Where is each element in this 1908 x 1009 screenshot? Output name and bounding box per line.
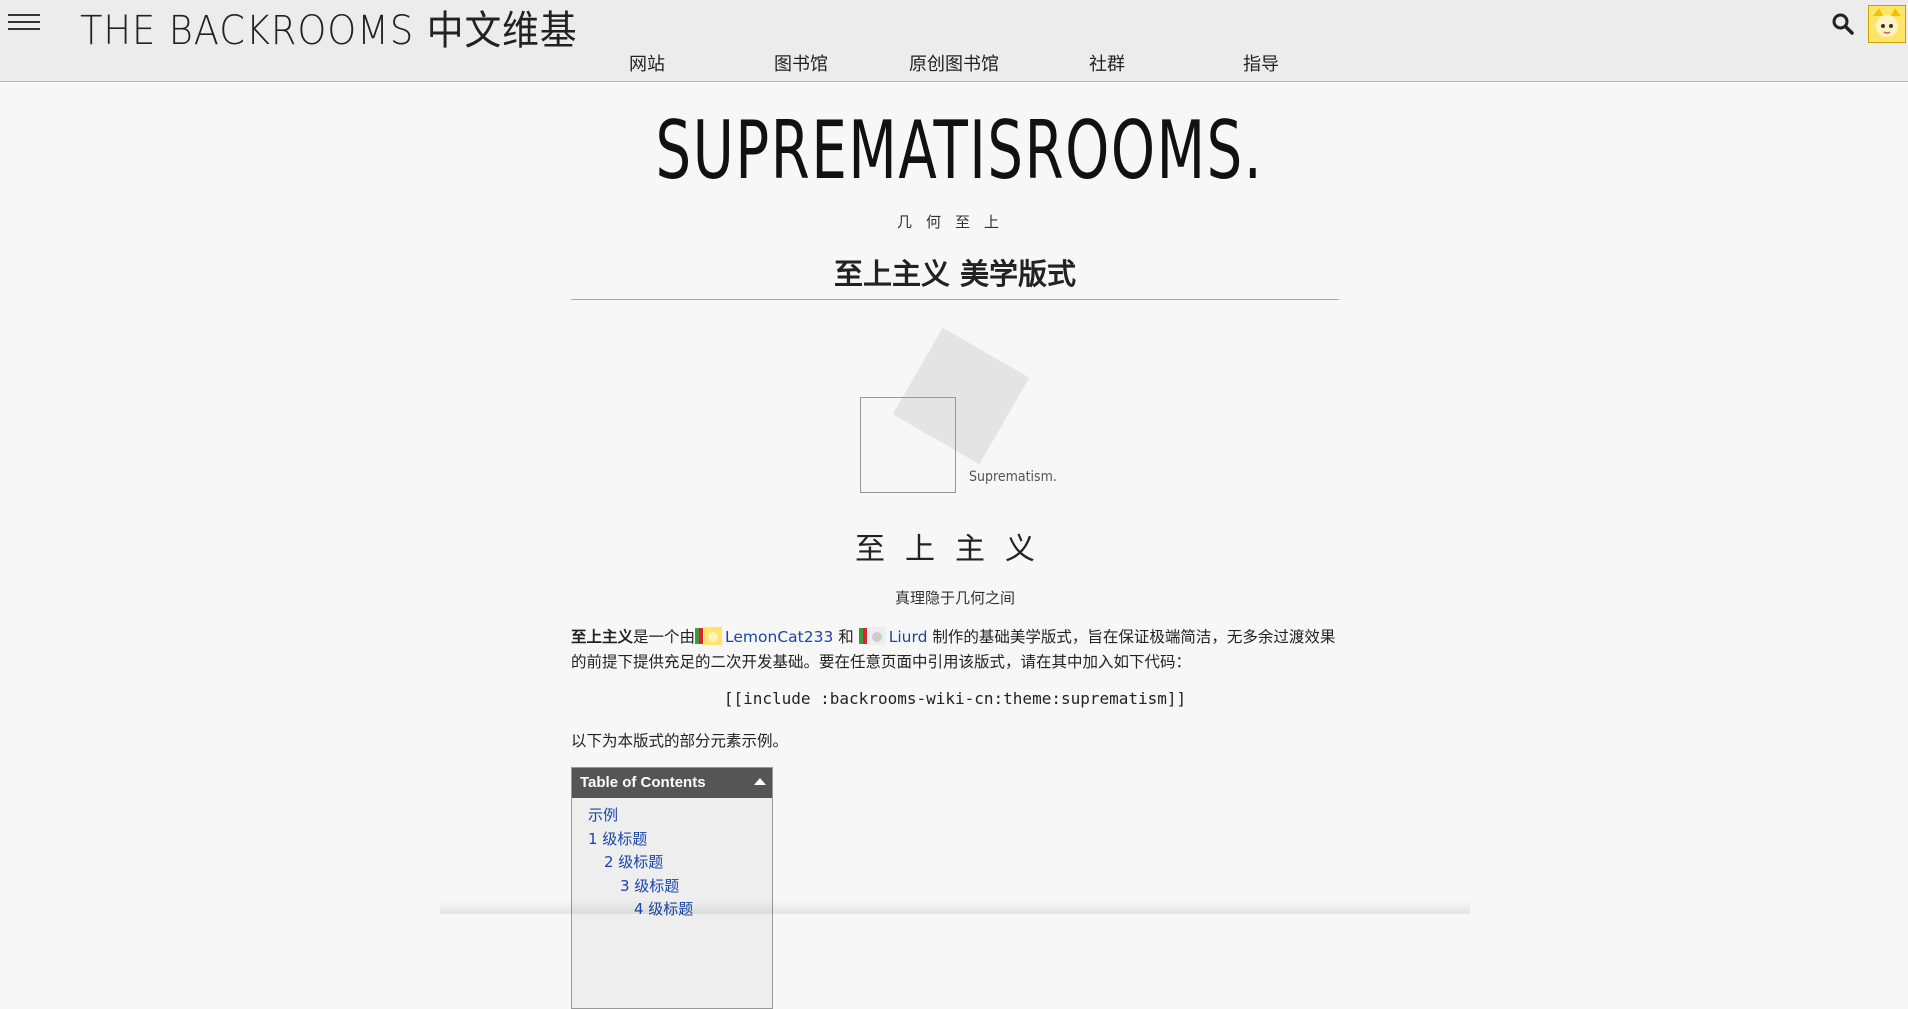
heading-divider xyxy=(571,299,1339,300)
intro-paragraph: 至上主义是一个由 LemonCat233 和 Liurd 制作的基础美学版式，旨在… xyxy=(571,625,1339,675)
user-link-liurd[interactable]: Liurd xyxy=(889,628,928,646)
examples-note: 以下为本版式的部分元素示例。 xyxy=(571,732,789,750)
main-nav: 网站 图书馆 原创图书馆 社群 指导 xyxy=(0,50,1908,78)
bottom-shadow xyxy=(440,900,1470,914)
toc-item-examples[interactable]: 示例 xyxy=(572,804,772,828)
section-heading: 至上主义 美学版式 xyxy=(833,257,1077,291)
theme-title: 至上主义 xyxy=(855,532,1055,567)
nav-item-website[interactable]: 网站 xyxy=(587,50,707,76)
hero-subtitle: 几何至上 xyxy=(896,213,1013,231)
theme-tagline: 真理隐于几何之间 xyxy=(894,589,1015,607)
user-icon xyxy=(858,626,887,646)
nav-item-guide[interactable]: 指导 xyxy=(1201,50,1321,76)
hamburger-menu-icon[interactable] xyxy=(8,14,40,34)
toc-item-heading-2[interactable]: 2 级标题 xyxy=(572,851,772,875)
logo-caption: Suprematism. xyxy=(969,469,1057,485)
toc-title: Table of Contents xyxy=(580,774,706,791)
top-header: THE BACKROOMS 中文维基 网站 图书馆 原创图书馆 社群 指导 xyxy=(0,0,1908,82)
suprematism-logo-square xyxy=(860,397,956,493)
intro-bold: 至上主义 xyxy=(571,628,634,646)
intro-and: 和 xyxy=(838,628,854,646)
user-avatar[interactable] xyxy=(1868,5,1906,43)
intro-text-1: 是一个由 xyxy=(633,628,696,646)
site-title[interactable]: THE BACKROOMS 中文维基 xyxy=(80,0,578,56)
user-icon xyxy=(695,626,723,646)
user-link-lemoncat233[interactable]: LemonCat233 xyxy=(725,628,833,646)
hero-title: SUPREMATISROOMS. xyxy=(655,104,1264,197)
include-code: [[include :backrooms-wiki-cn:theme:supre… xyxy=(723,689,1187,708)
nav-item-library[interactable]: 图书馆 xyxy=(741,50,861,76)
search-icon[interactable] xyxy=(1831,12,1855,36)
nav-item-original-library[interactable]: 原创图书馆 xyxy=(894,50,1014,76)
toc-header: Table of Contents xyxy=(572,768,772,798)
collapse-arrow-icon[interactable] xyxy=(754,778,766,785)
toc-item-heading-1[interactable]: 1 级标题 xyxy=(572,828,772,852)
nav-item-community[interactable]: 社群 xyxy=(1047,50,1167,76)
toc-item-heading-3[interactable]: 3 级标题 xyxy=(572,875,772,899)
table-of-contents: Table of Contents 示例 1 级标题 2 级标题 3 级标题 4… xyxy=(571,767,773,1009)
